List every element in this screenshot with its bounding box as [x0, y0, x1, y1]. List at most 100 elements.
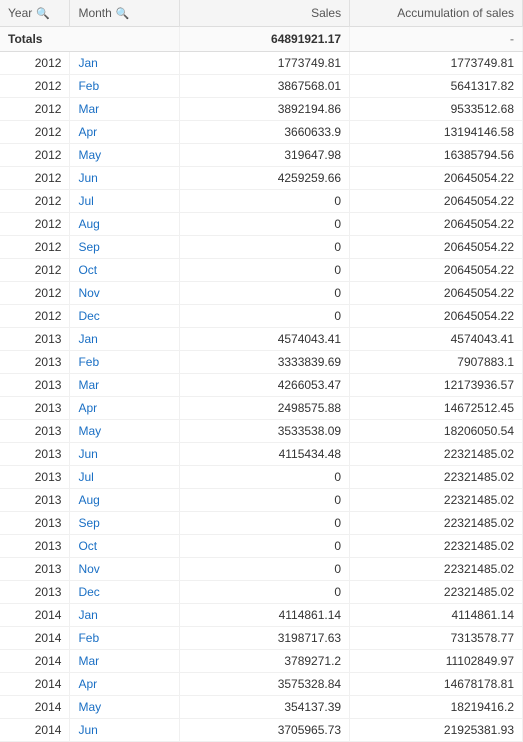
- year-cell: 2012: [0, 282, 70, 305]
- month-cell: Dec: [70, 305, 180, 328]
- accum-cell: 20645054.22: [350, 190, 523, 213]
- sales-cell: 3198717.63: [180, 627, 350, 650]
- table-row: 2013 Aug 0 22321485.02: [0, 489, 523, 512]
- year-cell: 2013: [0, 466, 70, 489]
- month-cell: Jan: [70, 328, 180, 351]
- sales-cell: 3867568.01: [180, 75, 350, 98]
- accum-cell: 21925381.93: [350, 719, 523, 742]
- table-row: 2012 Aug 0 20645054.22: [0, 213, 523, 236]
- sales-cell: 0: [180, 213, 350, 236]
- accum-cell: 13194146.58: [350, 121, 523, 144]
- sales-cell: 0: [180, 489, 350, 512]
- year-search-icon[interactable]: 🔍: [36, 7, 48, 19]
- accum-cell: 4574043.41: [350, 328, 523, 351]
- totals-label: Totals: [0, 27, 180, 52]
- accum-cell: 4114861.14: [350, 604, 523, 627]
- sales-cell: 0: [180, 305, 350, 328]
- year-cell: 2013: [0, 397, 70, 420]
- month-cell: Mar: [70, 374, 180, 397]
- year-cell: 2012: [0, 305, 70, 328]
- year-cell: 2013: [0, 512, 70, 535]
- accum-column-header: Accumulation of sales: [350, 0, 523, 27]
- sales-cell: 4115434.48: [180, 443, 350, 466]
- accum-cell: 22321485.02: [350, 489, 523, 512]
- sales-cell: 3705965.73: [180, 719, 350, 742]
- month-cell: Jan: [70, 52, 180, 75]
- table-row: 2013 Jan 4574043.41 4574043.41: [0, 328, 523, 351]
- year-cell: 2013: [0, 558, 70, 581]
- month-cell: Jun: [70, 443, 180, 466]
- accum-cell: 20645054.22: [350, 305, 523, 328]
- table-row: 2012 Sep 0 20645054.22: [0, 236, 523, 259]
- year-cell: 2013: [0, 351, 70, 374]
- year-cell: 2013: [0, 489, 70, 512]
- sales-cell: 4266053.47: [180, 374, 350, 397]
- sales-cell: 2498575.88: [180, 397, 350, 420]
- year-cell: 2014: [0, 696, 70, 719]
- month-cell: May: [70, 144, 180, 167]
- month-cell: Oct: [70, 259, 180, 282]
- table-row: 2012 May 319647.98 16385794.56: [0, 144, 523, 167]
- table-row: 2014 Jan 4114861.14 4114861.14: [0, 604, 523, 627]
- year-cell: 2014: [0, 719, 70, 742]
- year-cell: 2012: [0, 98, 70, 121]
- sales-cell: 1773749.81: [180, 52, 350, 75]
- month-cell: Aug: [70, 489, 180, 512]
- accum-cell: 16385794.56: [350, 144, 523, 167]
- month-cell: Nov: [70, 282, 180, 305]
- month-cell: Apr: [70, 397, 180, 420]
- month-cell: Mar: [70, 650, 180, 673]
- totals-accum: -: [350, 27, 523, 52]
- accum-cell: 7313578.77: [350, 627, 523, 650]
- table-row: 2013 Oct 0 22321485.02: [0, 535, 523, 558]
- accum-cell: 22321485.02: [350, 466, 523, 489]
- sales-cell: 0: [180, 581, 350, 604]
- year-cell: 2014: [0, 627, 70, 650]
- month-search-icon[interactable]: 🔍: [116, 7, 128, 19]
- month-cell: Jun: [70, 719, 180, 742]
- month-cell: Oct: [70, 535, 180, 558]
- table-row: 2012 Mar 3892194.86 9533512.68: [0, 98, 523, 121]
- sales-cell: 0: [180, 466, 350, 489]
- table-row: 2013 Sep 0 22321485.02: [0, 512, 523, 535]
- year-cell: 2012: [0, 75, 70, 98]
- year-header-label: Year: [8, 6, 32, 20]
- accum-cell: 5641317.82: [350, 75, 523, 98]
- month-column-header: Month 🔍: [70, 0, 180, 27]
- month-cell: Dec: [70, 581, 180, 604]
- accum-cell: 18219416.2: [350, 696, 523, 719]
- sales-cell: 3333839.69: [180, 351, 350, 374]
- sales-header-label: Sales: [311, 6, 341, 20]
- accum-cell: 18206050.54: [350, 420, 523, 443]
- month-cell: Jul: [70, 466, 180, 489]
- year-cell: 2012: [0, 121, 70, 144]
- month-cell: Sep: [70, 236, 180, 259]
- year-cell: 2013: [0, 328, 70, 351]
- month-cell: Feb: [70, 351, 180, 374]
- month-cell: Nov: [70, 558, 180, 581]
- month-cell: May: [70, 420, 180, 443]
- table-row: 2012 Apr 3660633.9 13194146.58: [0, 121, 523, 144]
- accum-cell: 1773749.81: [350, 52, 523, 75]
- accum-cell: 22321485.02: [350, 512, 523, 535]
- data-table: Year 🔍 Month 🔍 Sales Accumulation of sal…: [0, 0, 523, 742]
- accum-cell: 12173936.57: [350, 374, 523, 397]
- accum-cell: 20645054.22: [350, 167, 523, 190]
- sales-cell: 4574043.41: [180, 328, 350, 351]
- table-row: 2014 Mar 3789271.2 11102849.97: [0, 650, 523, 673]
- sales-cell: 4259259.66: [180, 167, 350, 190]
- table-row: 2013 Dec 0 22321485.02: [0, 581, 523, 604]
- year-cell: 2012: [0, 167, 70, 190]
- month-cell: Feb: [70, 75, 180, 98]
- accum-cell: 14672512.45: [350, 397, 523, 420]
- month-cell: Jun: [70, 167, 180, 190]
- year-cell: 2012: [0, 259, 70, 282]
- month-cell: May: [70, 696, 180, 719]
- accum-cell: 20645054.22: [350, 282, 523, 305]
- table-row: 2012 Oct 0 20645054.22: [0, 259, 523, 282]
- year-column-header: Year 🔍: [0, 0, 70, 27]
- table-row: 2013 Jun 4115434.48 22321485.02: [0, 443, 523, 466]
- sales-cell: 3892194.86: [180, 98, 350, 121]
- accum-cell: 11102849.97: [350, 650, 523, 673]
- sales-cell: 0: [180, 558, 350, 581]
